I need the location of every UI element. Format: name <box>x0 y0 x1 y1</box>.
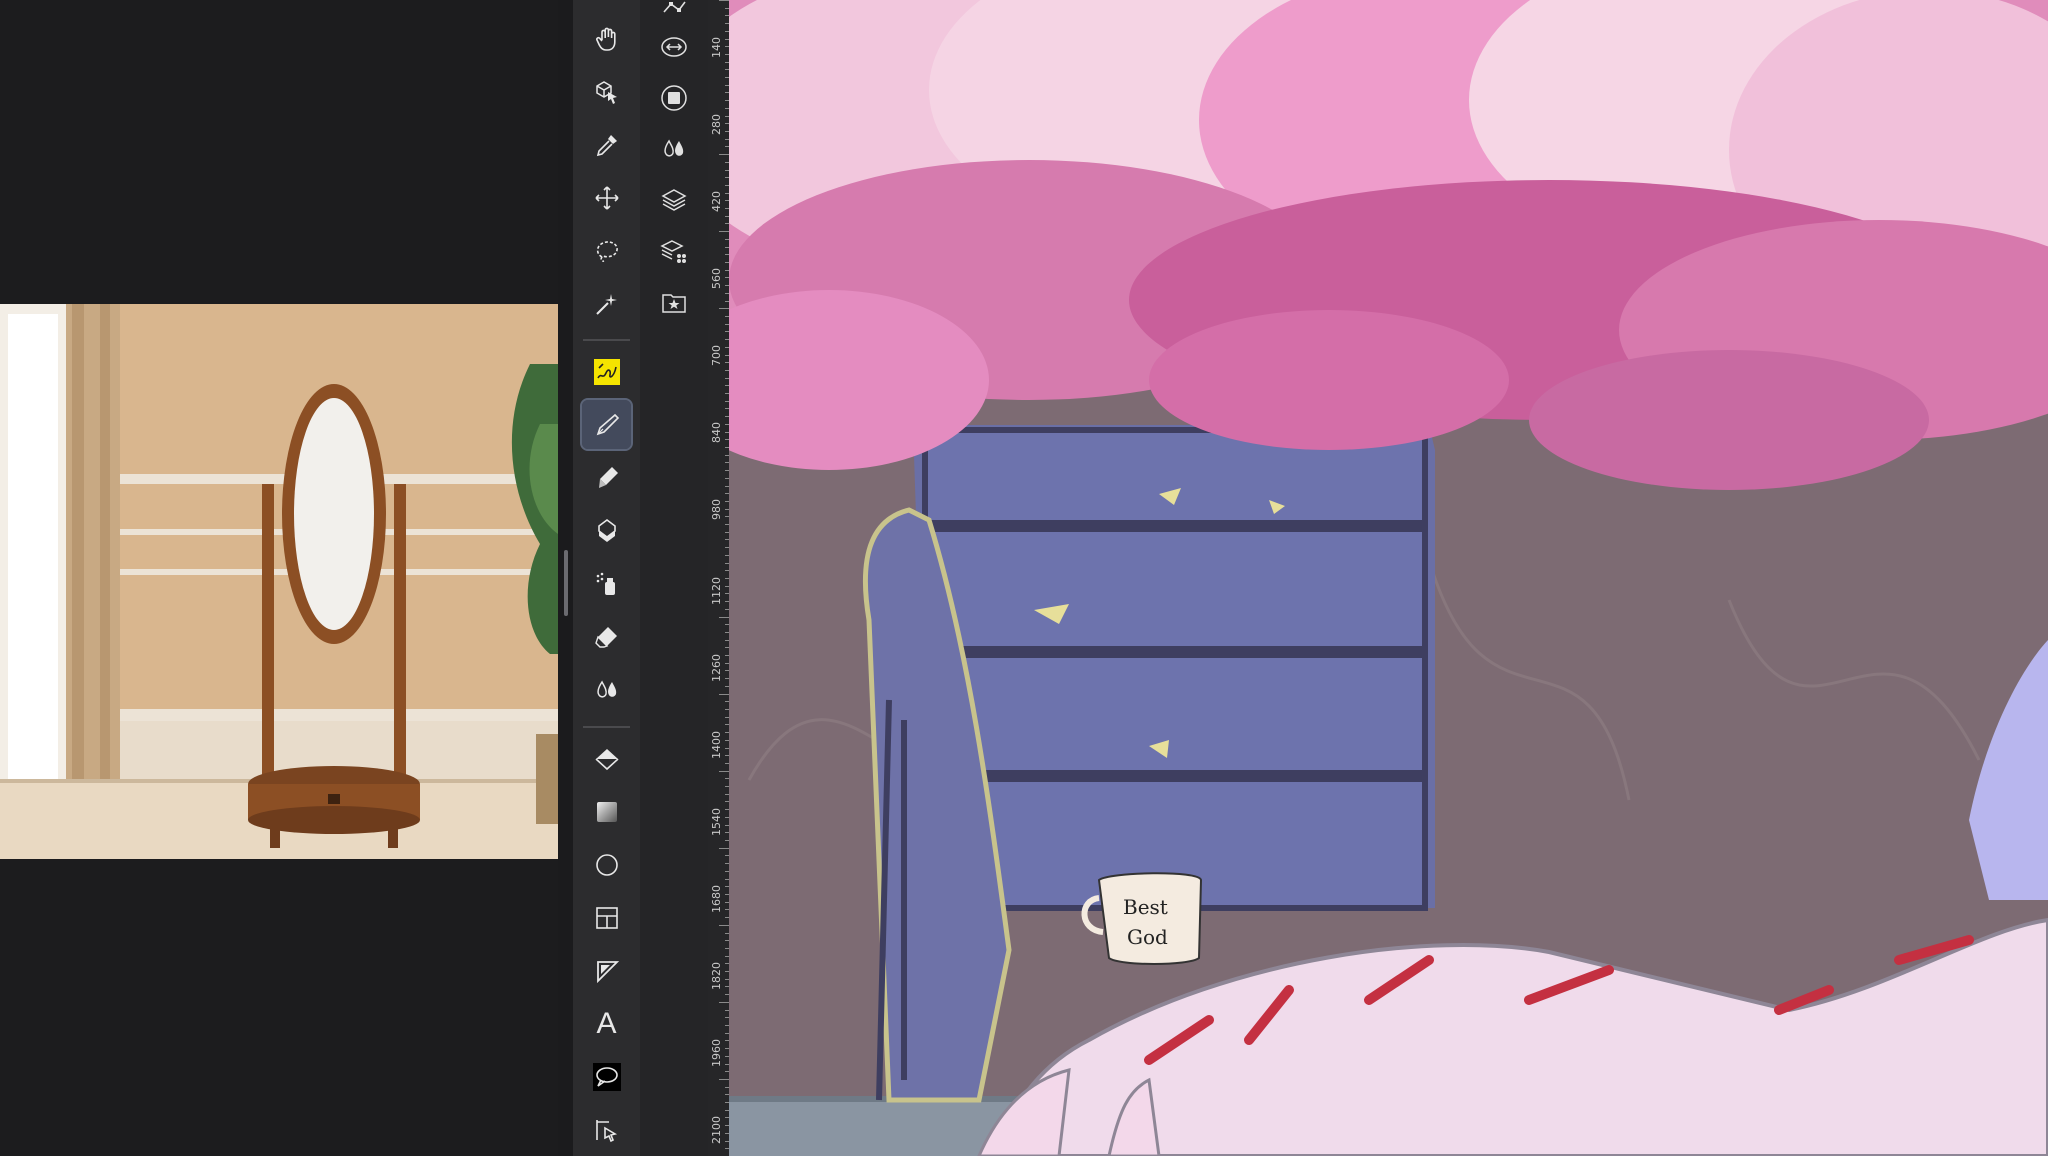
ruler-tick <box>719 925 729 926</box>
object-select-tool[interactable] <box>582 67 631 116</box>
frame-icon <box>595 906 618 929</box>
eyedropper-tool[interactable] <box>582 120 631 169</box>
subtool-color-mix[interactable] <box>650 126 698 172</box>
magic-wand-icon <box>595 293 617 315</box>
mask-square-icon <box>661 85 687 111</box>
eraser-icon <box>594 626 617 648</box>
bucket-icon <box>594 748 619 770</box>
ruler-tick <box>719 617 729 618</box>
tool-palette: A <box>573 0 640 1156</box>
reference-panel <box>0 0 558 1156</box>
mug-text-line2: God <box>1127 925 1168 949</box>
ruler-tick <box>719 771 729 772</box>
ruler-tick <box>719 231 729 232</box>
layers-icon <box>661 189 687 211</box>
speech-balloon-icon <box>592 1062 621 1091</box>
ruler-tick <box>719 848 729 849</box>
move-arrows-icon <box>594 185 619 210</box>
ruler-tool[interactable] <box>582 946 631 995</box>
droplets-icon <box>596 680 616 698</box>
artwork: Best God <box>729 0 2048 1156</box>
correct-line-icon <box>595 1119 617 1142</box>
hand-tool[interactable] <box>582 14 631 63</box>
gradient-tool[interactable] <box>582 787 631 836</box>
panel-split-grip[interactable] <box>564 550 568 616</box>
ruler-label: 560 <box>710 268 723 290</box>
vector-icon <box>663 1 686 13</box>
subtool-mask[interactable] <box>650 75 698 121</box>
frame-border-tool[interactable] <box>582 893 631 942</box>
brush-plugin-tool[interactable] <box>582 347 631 396</box>
ruler-label: 420 <box>710 191 723 213</box>
layers-settings-icon <box>660 240 686 263</box>
gradient-icon <box>596 801 617 822</box>
pen-nib-icon <box>596 413 619 435</box>
ruler-tick <box>719 0 729 1</box>
move-tool[interactable] <box>582 173 631 222</box>
yellow-badge-icon <box>593 358 620 385</box>
pencil-icon <box>598 466 618 488</box>
airbrush-tool[interactable] <box>582 559 631 608</box>
ruler-tick <box>719 694 729 695</box>
correct-line-tool[interactable] <box>582 1105 631 1154</box>
text-icon: A <box>596 1006 617 1040</box>
text-tool[interactable]: A <box>582 999 631 1048</box>
ruler-label: 2100 <box>710 1116 723 1144</box>
brush-icon <box>597 518 616 542</box>
brush-tool[interactable] <box>582 506 631 555</box>
pencil-tool[interactable] <box>582 453 631 502</box>
eyedropper-icon <box>596 134 617 156</box>
reference-image[interactable] <box>0 304 558 859</box>
sub-tool-palette <box>640 0 708 1156</box>
toolbar-separator <box>583 339 630 341</box>
figure-tool[interactable] <box>582 840 631 889</box>
reference-photo-mirror <box>0 304 558 859</box>
ruler-tick <box>719 1002 729 1003</box>
hand-icon <box>595 27 616 51</box>
cherry-blossom-canopy <box>729 0 2048 490</box>
balloon-tool[interactable] <box>582 1052 631 1101</box>
ruler-triangle-icon <box>596 960 619 983</box>
ruler-tick <box>719 154 729 155</box>
star-folder-icon <box>662 294 686 313</box>
ruler-tick <box>719 308 729 309</box>
subtool-layer-properties[interactable] <box>650 228 698 274</box>
magic-wand-tool[interactable] <box>582 279 631 328</box>
pen-tool[interactable] <box>580 398 633 451</box>
toolbar-separator <box>583 726 630 728</box>
droplets-icon <box>664 139 684 157</box>
airbrush-icon <box>596 572 615 595</box>
lasso-tool[interactable] <box>582 226 631 275</box>
blend-tool[interactable] <box>582 665 631 714</box>
subtool-transform[interactable] <box>650 24 698 70</box>
ruler-tick <box>719 1079 729 1080</box>
subtool-layers[interactable] <box>650 177 698 223</box>
transform-arrows-icon <box>661 37 687 57</box>
eraser-tool[interactable] <box>582 612 631 661</box>
lasso-icon <box>596 240 618 262</box>
fill-tool[interactable] <box>582 734 631 783</box>
cube-cursor-icon <box>595 80 617 104</box>
mug-text-line1: Best <box>1123 895 1168 919</box>
subtool-material[interactable] <box>650 279 698 325</box>
ruler-label: 1960 <box>710 1038 723 1067</box>
circle-icon <box>595 853 618 876</box>
vertical-ruler[interactable]: 140 280 420 560 700 840 980 1120 1260 1400 1540 168… <box>708 0 730 1156</box>
drawing-canvas[interactable]: Best God <box>729 0 2048 1156</box>
